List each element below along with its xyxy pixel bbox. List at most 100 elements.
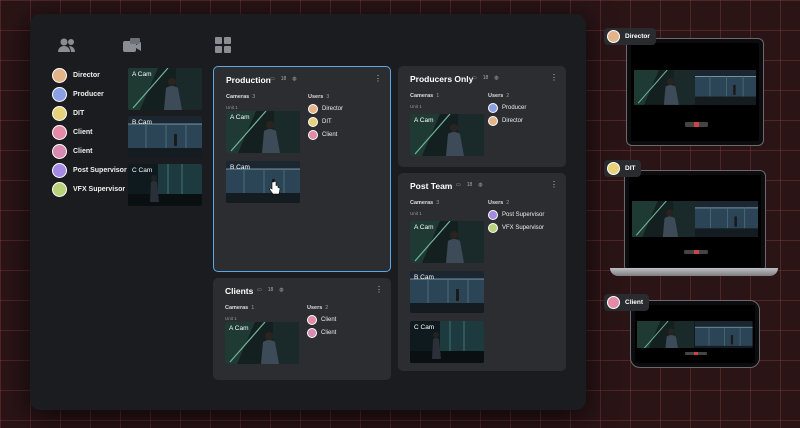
- avatar: [52, 68, 67, 83]
- group-user[interactable]: Producer: [488, 101, 526, 114]
- roster-person[interactable]: DIT: [52, 104, 127, 123]
- more-menu-icon[interactable]: ⋮: [374, 74, 382, 83]
- device-controls: [685, 352, 707, 355]
- group-count: 18: [466, 182, 473, 188]
- device-laptop: [624, 170, 766, 272]
- roster-person[interactable]: Post Supervisor: [52, 161, 127, 180]
- cameras-label-text: Cameras: [410, 200, 434, 206]
- user-name: Client: [321, 316, 337, 323]
- avatar: [607, 30, 620, 43]
- avatar: [488, 102, 498, 113]
- user-name: Post Supervisor: [502, 211, 545, 218]
- group-camera-thumbnail[interactable]: A Cam: [226, 111, 300, 153]
- globe-icon: ◍: [494, 75, 499, 81]
- user-name: DIT: [322, 118, 332, 125]
- group-user[interactable]: Client: [307, 326, 336, 339]
- globe-icon: ◍: [292, 76, 297, 82]
- group-user[interactable]: DIT: [308, 115, 343, 128]
- more-menu-icon[interactable]: ⋮: [550, 73, 558, 82]
- more-menu-icon[interactable]: ⋮: [550, 180, 558, 189]
- device-user-tag: DIT: [604, 160, 642, 177]
- group-post-team[interactable]: Post Team ▭ 18 ◍ ⋮ Cameras 3 Unit 1 A Cam B Cam C …: [398, 173, 566, 371]
- camera-feed-image: [633, 70, 695, 106]
- record-indicator: [693, 122, 699, 128]
- group-user-list: Post Supervisor VFX Supervisor: [488, 208, 544, 234]
- users-count: 2: [325, 305, 329, 311]
- camera-label: C Cam: [414, 324, 435, 331]
- roster-person[interactable]: Client: [52, 142, 127, 161]
- hand-cursor-icon: [269, 181, 281, 195]
- person-name: Post Supervisor: [73, 167, 127, 174]
- person-name: DIT: [73, 110, 85, 117]
- users-count: 2: [506, 93, 510, 99]
- users-count: 2: [506, 200, 510, 206]
- cameras-label-text: Cameras: [226, 94, 250, 100]
- camera-label: A Cam: [230, 114, 250, 121]
- unit-label: Unit 1: [225, 316, 237, 321]
- cameras-label-text: Cameras: [225, 305, 249, 311]
- avatar: [52, 87, 67, 102]
- person-name: Director: [73, 72, 100, 79]
- camera-feed-image: [695, 200, 759, 237]
- group-producers-only[interactable]: Producers Only ▭ 18 ◍ ⋮ Cameras 1 Unit 1 A Cam Us…: [398, 66, 566, 167]
- group-title: Production: [226, 75, 271, 85]
- group-clients[interactable]: Clients ▭ 18 ◍ ⋮ Cameras 1 Unit 1 A Cam Users 2 Cli…: [213, 278, 391, 380]
- cameras-label: Cameras 3: [410, 200, 439, 206]
- cameras-count: 1: [251, 305, 255, 311]
- group-user[interactable]: Client: [307, 313, 336, 326]
- person-name: Client: [73, 148, 93, 155]
- device-screen: [629, 175, 761, 267]
- group-camera-thumbnail[interactable]: A Cam: [410, 221, 484, 263]
- group-camera-thumbnail[interactable]: B Cam: [226, 161, 300, 203]
- camera-feed-image: [695, 321, 753, 348]
- user-name: Director: [322, 105, 344, 112]
- screen-icon: ▭: [257, 287, 262, 293]
- screen-icon: ▭: [456, 182, 461, 188]
- group-user[interactable]: VFX Supervisor: [488, 221, 544, 234]
- camera-column: A Cam B Cam C Cam: [128, 68, 202, 212]
- user-name: VFX Supervisor: [502, 224, 545, 231]
- laptop-base: [610, 268, 778, 276]
- more-menu-icon[interactable]: ⋮: [375, 285, 383, 294]
- group-user[interactable]: Client: [308, 128, 343, 141]
- group-user[interactable]: Director: [488, 114, 526, 127]
- unit-label: Unit 1: [410, 104, 422, 109]
- device-feed-left: [637, 321, 695, 348]
- camera-feed-image: [631, 200, 695, 237]
- device-screen: [631, 43, 759, 141]
- cameras-icon[interactable]: [122, 36, 148, 54]
- camera-thumbnail[interactable]: A Cam: [128, 68, 202, 110]
- camera-label: B Cam: [230, 164, 250, 171]
- group-camera-thumbnail[interactable]: B Cam: [410, 271, 484, 313]
- group-user[interactable]: Post Supervisor: [488, 208, 544, 221]
- users-count: 3: [326, 94, 330, 100]
- roster-person[interactable]: Producer: [52, 85, 127, 104]
- roster-person[interactable]: Director: [52, 66, 127, 85]
- group-meta: ▭ 18 ◍: [472, 75, 499, 81]
- users-icon[interactable]: [56, 36, 78, 54]
- group-camera-thumbnail[interactable]: A Cam: [225, 322, 299, 364]
- camera-label: C Cam: [132, 167, 153, 174]
- user-name: Director: [502, 117, 524, 124]
- users-label-text: Users: [488, 200, 504, 206]
- person-name: Client: [73, 129, 93, 136]
- grid-icon[interactable]: [214, 36, 232, 54]
- camera-thumbnail[interactable]: C Cam: [128, 164, 202, 206]
- roster-person[interactable]: Client: [52, 123, 127, 142]
- users-label-text: Users: [308, 94, 324, 100]
- user-name: Producer: [502, 104, 527, 111]
- camera-label: A Cam: [414, 224, 434, 231]
- device-controls: [684, 122, 708, 128]
- users-label: Users 2: [307, 305, 328, 311]
- roster-person[interactable]: VFX Supervisor: [52, 180, 127, 199]
- globe-icon: ◍: [279, 287, 284, 293]
- group-user[interactable]: Director: [308, 102, 343, 115]
- camera-thumbnail[interactable]: B Cam: [128, 116, 202, 158]
- person-name: Producer: [73, 91, 104, 98]
- camera-label: B Cam: [132, 119, 152, 126]
- group-production[interactable]: Production ▭ 18 ◍ ⋮ Cameras 3 Unit 1A Cam B Cam U…: [213, 66, 391, 272]
- group-camera-thumbnail[interactable]: C Cam: [410, 321, 484, 363]
- device-user-tag: Director: [604, 28, 656, 45]
- group-camera-thumbnail[interactable]: A Cam: [410, 114, 484, 156]
- users-label: Users 2: [488, 200, 509, 206]
